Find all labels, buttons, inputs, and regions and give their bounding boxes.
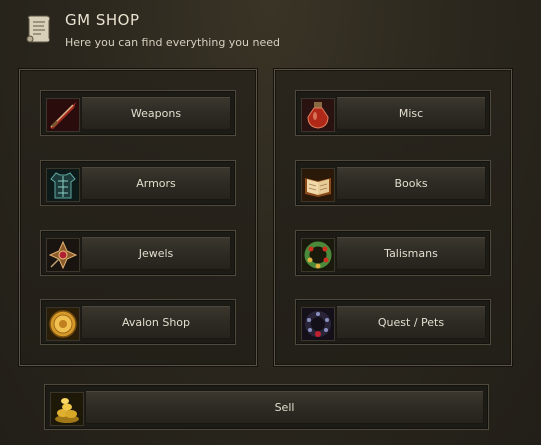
left-category-panel: Weapons Armors Jewels Avalon Shop [19, 69, 257, 366]
header: GM SHOP Here you can find everything you… [0, 0, 541, 60]
talismans-button[interactable]: Talismans [295, 230, 491, 276]
weapons-button[interactable]: Weapons [40, 90, 236, 136]
sell-button-label: Sell [85, 390, 484, 424]
misc-button-label: Misc [336, 96, 486, 130]
jewel-icon [46, 238, 80, 272]
right-category-panel: Misc Books Talismans Quest / Pets [274, 69, 512, 366]
gold-pile-icon [50, 392, 84, 426]
sword-icon [46, 98, 80, 132]
quest-pets-button[interactable]: Quest / Pets [295, 299, 491, 345]
talismans-button-label: Talismans [336, 236, 486, 270]
scroll-icon [25, 14, 53, 44]
page-title: GM SHOP [65, 11, 140, 29]
page-subtitle: Here you can find everything you need [65, 36, 280, 49]
avalon-shop-button[interactable]: Avalon Shop [40, 299, 236, 345]
weapons-button-label: Weapons [81, 96, 231, 130]
jewels-button[interactable]: Jewels [40, 230, 236, 276]
jewels-button-label: Jewels [81, 236, 231, 270]
books-button[interactable]: Books [295, 160, 491, 206]
quest-pets-button-label: Quest / Pets [336, 305, 486, 339]
book-icon [301, 168, 335, 202]
armor-icon [46, 168, 80, 202]
armors-button[interactable]: Armors [40, 160, 236, 206]
armors-button-label: Armors [81, 166, 231, 200]
pet-collar-icon [301, 307, 335, 341]
coin-icon [46, 307, 80, 341]
sell-button[interactable]: Sell [44, 384, 489, 430]
avalon-shop-button-label: Avalon Shop [81, 305, 231, 339]
misc-button[interactable]: Misc [295, 90, 491, 136]
talisman-icon [301, 238, 335, 272]
books-button-label: Books [336, 166, 486, 200]
potion-icon [301, 98, 335, 132]
